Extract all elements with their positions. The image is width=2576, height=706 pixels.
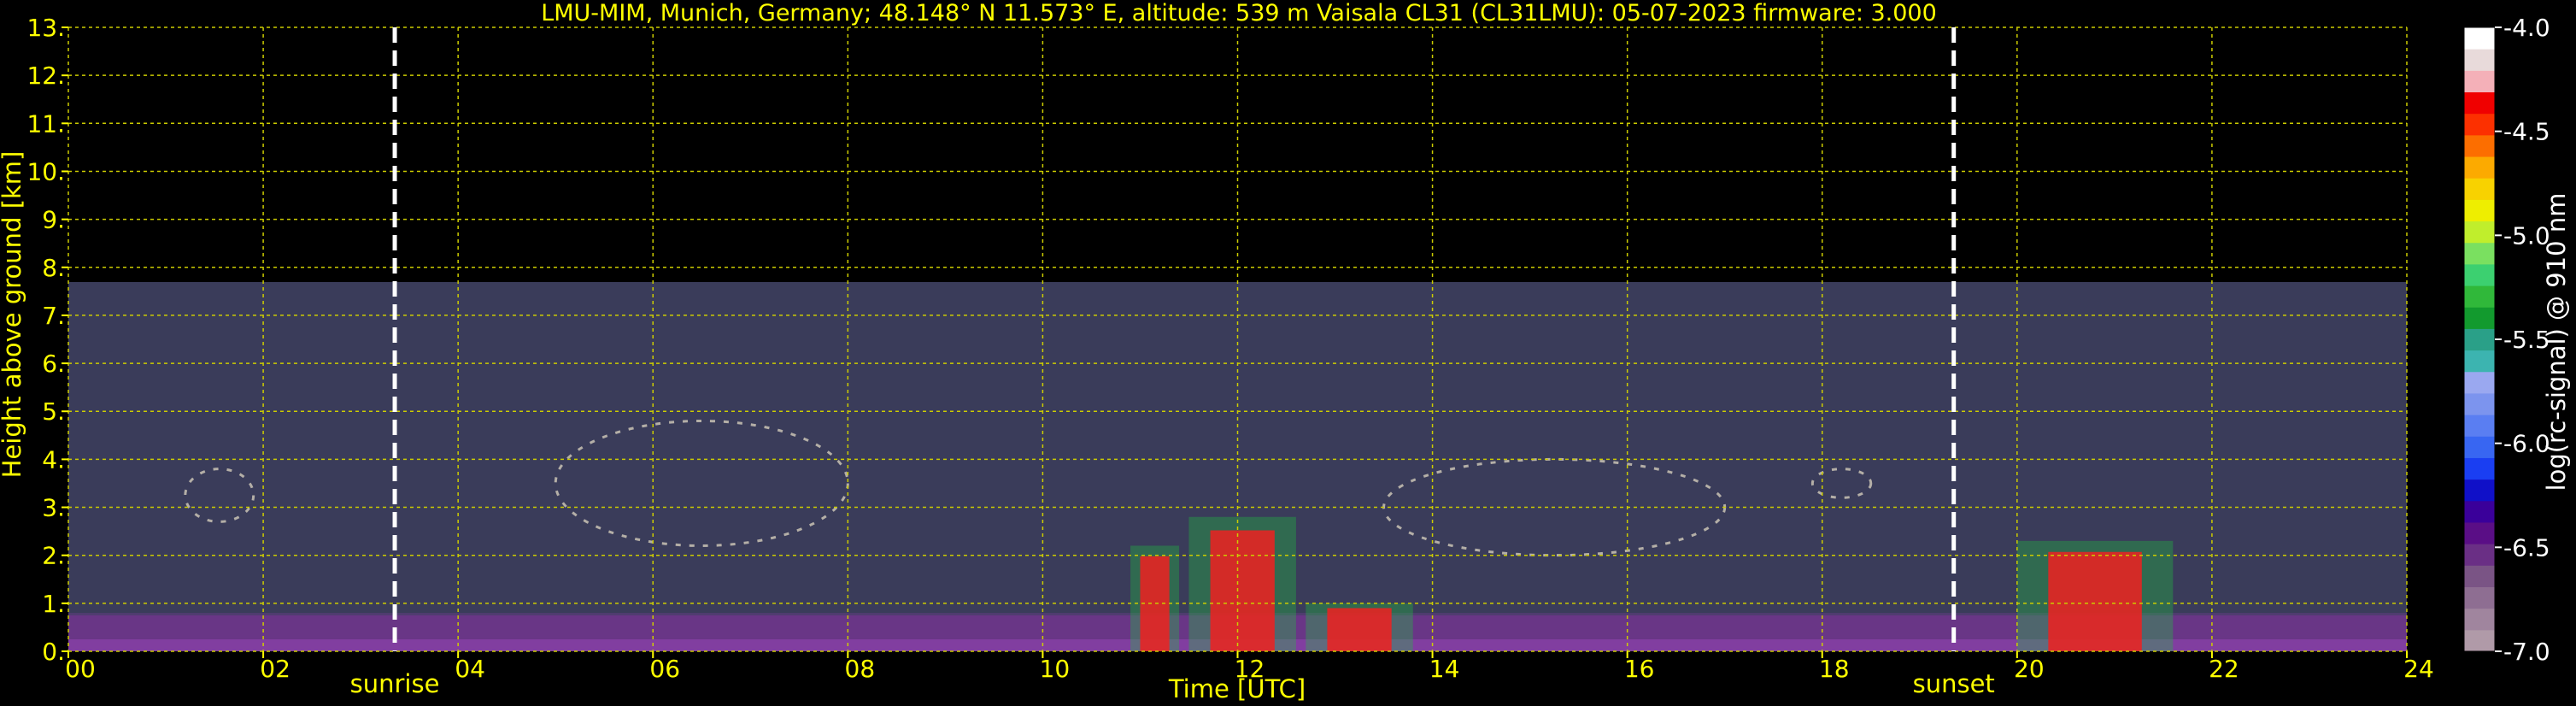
colorbar-tick-label: -4.5: [2503, 118, 2550, 146]
x-tick-label: 24: [2403, 655, 2434, 683]
colorbar-swatch: [2464, 392, 2495, 415]
x-tick-label: 10: [1040, 655, 1071, 683]
colorbar-swatch: [2464, 608, 2495, 631]
x-tick-label: 02: [260, 655, 290, 683]
colorbar-swatch: [2464, 500, 2495, 523]
colorbar-swatch: [2464, 544, 2495, 566]
colorbar-tick-label: -4.0: [2503, 14, 2550, 42]
colorbar-swatch: [2464, 70, 2495, 93]
colorbar-swatch: [2464, 436, 2495, 458]
x-tick-label: 08: [845, 655, 876, 683]
colorbar-swatch: [2464, 221, 2495, 244]
colorbar-swatch: [2464, 586, 2495, 609]
y-tick-label: 11.: [26, 109, 65, 138]
y-tick-label: 4.: [42, 445, 65, 474]
colorbar-swatch: [2464, 156, 2495, 179]
colorbar-swatch: [2464, 134, 2495, 157]
sunset-label: sunset: [1913, 669, 1995, 698]
colorbar-swatch: [2464, 371, 2495, 394]
colorbar-swatch: [2464, 350, 2495, 373]
colorbar-swatch: [2464, 565, 2495, 587]
y-tick-label: 10.: [26, 157, 65, 185]
chart-title: LMU-MIM, Munich, Germany; 48.148° N 11.5…: [541, 0, 1937, 26]
colorbar-swatch: [2464, 307, 2495, 329]
x-tick-label: 14: [1429, 655, 1460, 683]
x-tick-label: 00: [65, 655, 96, 683]
colorbar-swatch: [2464, 27, 2495, 50]
sunrise-label: sunrise: [350, 669, 440, 698]
y-axis-label: Height above ground [km]: [0, 151, 26, 479]
colorbar-swatch: [2464, 242, 2495, 265]
ceilometer-chart: LMU-MIM, Munich, Germany; 48.148° N 11.5…: [0, 0, 2576, 706]
y-tick-label: 12.: [26, 62, 65, 90]
colorbar-swatch: [2464, 91, 2495, 115]
x-axis-label: Time [UTC]: [1168, 674, 1306, 703]
x-tick-label: 18: [1819, 655, 1850, 683]
cloud-core-5: [1327, 608, 1392, 651]
cloud-core-8: [2048, 551, 2142, 651]
x-tick-label: 04: [455, 655, 485, 683]
y-tick-label: 13.: [26, 14, 65, 42]
y-tick-label: 5.: [42, 397, 65, 426]
x-tick-label: 20: [2014, 655, 2045, 683]
colorbar-label: log(rc-signal) @ 910 nm: [2542, 193, 2571, 491]
x-tick-label: 22: [2209, 655, 2239, 683]
colorbar-swatch: [2464, 479, 2495, 502]
colorbar-swatch: [2464, 285, 2495, 308]
y-tick-label: 9.: [42, 206, 65, 234]
y-tick-label: 2.: [42, 542, 65, 570]
y-tick-label: 7.: [42, 302, 65, 330]
y-tick-label: 3.: [42, 494, 65, 522]
colorbar-swatch: [2464, 199, 2495, 222]
x-tick-label: 06: [649, 655, 680, 683]
cloud-core-4: [1210, 530, 1275, 651]
y-tick-label: 1.: [42, 590, 65, 618]
colorbar-swatch: [2464, 415, 2495, 437]
colorbar-swatch: [2464, 521, 2495, 544]
x-tick-label: 16: [1624, 655, 1655, 683]
colorbar-swatch: [2464, 49, 2495, 71]
y-tick-label: 0.: [42, 638, 65, 666]
colorbar-swatch: [2464, 457, 2495, 480]
colorbar-tick-label: -7.0: [2503, 638, 2550, 666]
y-tick-label: 6.: [42, 350, 65, 378]
colorbar-swatch: [2464, 629, 2495, 652]
colorbar-swatch: [2464, 328, 2495, 351]
colorbar-swatch: [2464, 113, 2495, 136]
y-tick-label: 8.: [42, 254, 65, 282]
colorbar-swatch: [2464, 178, 2495, 200]
colorbar-swatch: [2464, 263, 2495, 286]
colorbar-tick-label: -6.5: [2503, 533, 2550, 562]
